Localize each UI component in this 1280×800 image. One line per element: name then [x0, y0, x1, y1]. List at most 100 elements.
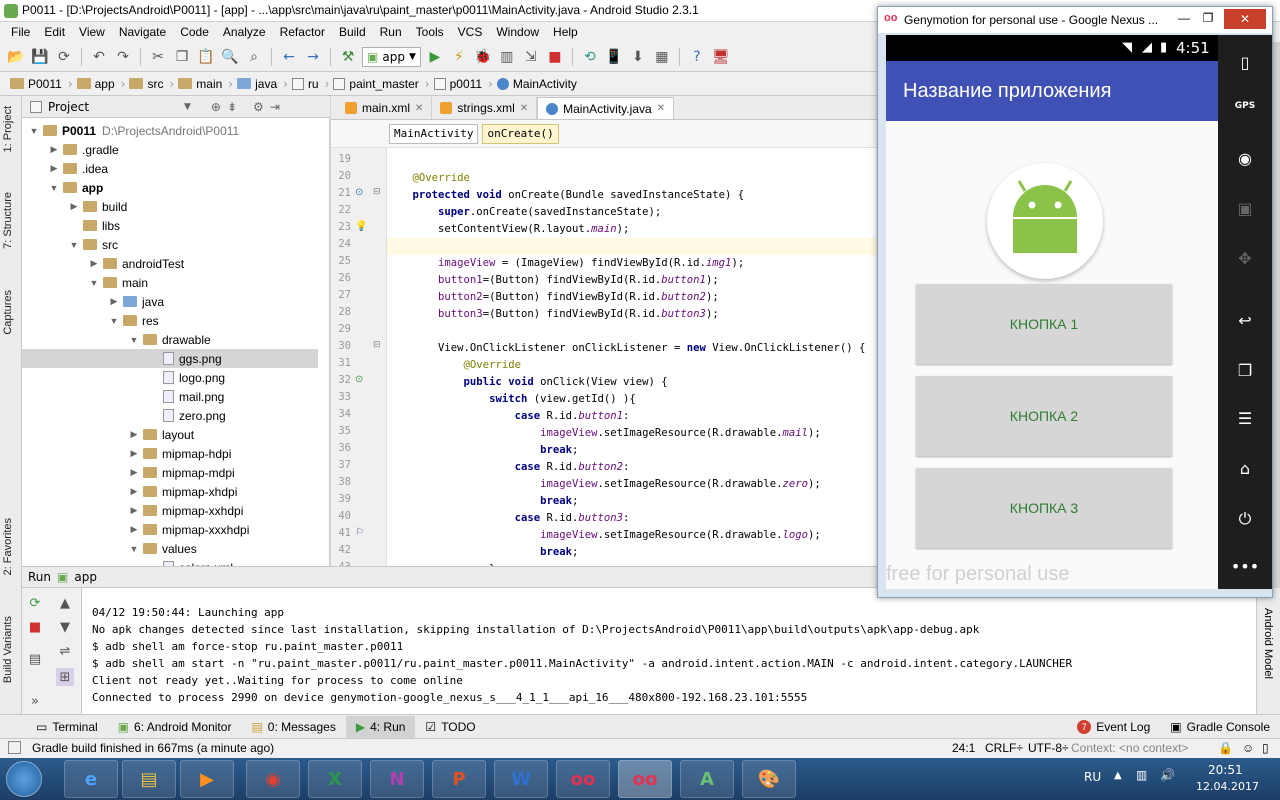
collapsed-arrow-icon[interactable]: ▶	[88, 258, 100, 269]
scroll-up-icon[interactable]: ▲	[56, 594, 74, 612]
tab-messages[interactable]: ▤ 0: Messages	[241, 716, 345, 738]
excel-taskbar-icon[interactable]: X	[308, 760, 362, 798]
collapsed-arrow-icon[interactable]: ▶	[68, 201, 80, 212]
run-config-select[interactable]: ▣ app ▼	[362, 46, 421, 67]
lightbulb-icon[interactable]: 💡	[355, 221, 367, 232]
powerpoint-taskbar-icon[interactable]: P	[432, 760, 486, 798]
expanded-arrow-icon[interactable]: ▼	[68, 240, 80, 250]
explorer-taskbar-icon[interactable]: ▤	[122, 760, 176, 798]
breadcrumb-item[interactable]: src	[125, 77, 169, 91]
tree-item[interactable]: mail.png	[22, 387, 318, 406]
avd-manager-icon[interactable]: 📱	[604, 47, 624, 67]
tree-item[interactable]: logo.png	[22, 368, 318, 387]
tree-item[interactable]: zero.png	[22, 406, 318, 425]
close-tab-icon[interactable]: ✕	[520, 103, 528, 114]
scroll-from-source-icon[interactable]: ⊕	[211, 100, 221, 114]
override-marker-icon[interactable]: ⊙	[355, 187, 363, 198]
rerun-icon[interactable]: ⟳	[26, 594, 44, 612]
tab-project[interactable]: 1: Project	[2, 106, 14, 152]
menu-file[interactable]: File	[4, 25, 37, 39]
stop-icon[interactable]: ■	[545, 47, 565, 67]
crumb-method[interactable]: onCreate()	[482, 123, 559, 144]
menu-window[interactable]: Window	[489, 25, 546, 39]
breadcrumb-item[interactable]: main	[174, 77, 228, 91]
run-icon[interactable]: ▶	[425, 47, 445, 67]
collapsed-arrow-icon[interactable]: ▶	[128, 467, 140, 478]
code-line[interactable]	[387, 238, 880, 255]
collapsed-arrow-icon[interactable]: ▶	[48, 144, 60, 155]
breadcrumb-item[interactable]: ru	[288, 77, 325, 91]
status-message[interactable]: Gradle build finished in 667ms (a minute…	[32, 741, 274, 755]
more-icon[interactable]: »	[26, 692, 44, 710]
project-structure-icon[interactable]: ▦	[652, 47, 672, 67]
apply-changes-icon[interactable]: ⚡	[449, 47, 469, 67]
tree-item[interactable]: ▶ mipmap-xxhdpi	[22, 501, 318, 520]
expanded-arrow-icon[interactable]: ▼	[108, 316, 120, 326]
app-button-1[interactable]: КНОПКА 1	[916, 284, 1172, 364]
paste-icon[interactable]: 📋	[196, 47, 216, 67]
code-line[interactable]: super.onCreate(savedInstanceState);	[387, 204, 880, 221]
breadcrumb-item[interactable]: paint_master	[329, 77, 424, 91]
app-button-2[interactable]: КНОПКА 2	[916, 376, 1172, 456]
menu-nav-icon[interactable]: ☰	[1218, 409, 1272, 428]
tree-item[interactable]: ▼ app	[22, 178, 318, 197]
find-icon[interactable]: 🔍	[220, 47, 240, 67]
maximize-button[interactable]: ❐	[1196, 11, 1220, 25]
lock-icon[interactable]: 🔒	[1218, 741, 1233, 755]
code-line[interactable]	[387, 153, 880, 170]
code-line[interactable]: break;	[387, 493, 880, 510]
home-nav-icon[interactable]: ⌂	[1218, 459, 1272, 478]
power-icon[interactable]: ⏻	[1218, 509, 1272, 529]
gps-widget-icon[interactable]: GPS	[1218, 101, 1272, 111]
tree-item[interactable]: ▶ mipmap-xxxhdpi	[22, 520, 318, 539]
editor-tab[interactable]: strings.xml ✕	[432, 97, 538, 119]
tree-item[interactable]: ▼ res	[22, 311, 318, 330]
override-marker-icon[interactable]: ⊙	[355, 374, 363, 385]
code-line[interactable]: case R.id.button1:	[387, 408, 880, 425]
profile-icon[interactable]: ▥	[497, 47, 517, 67]
tool-windows-icon[interactable]	[8, 741, 21, 754]
android-device-icon[interactable]: 🖥	[711, 47, 731, 67]
expanded-arrow-icon[interactable]: ▼	[128, 335, 140, 345]
run-config-tab[interactable]: app	[74, 570, 97, 584]
notifications-icon[interactable]: ▯	[1262, 741, 1269, 755]
menu-help[interactable]: Help	[546, 25, 585, 39]
tree-item[interactable]: ▼ main	[22, 273, 318, 292]
sync-icon[interactable]: ⟳	[54, 47, 74, 67]
code-line[interactable]: case R.id.button2:	[387, 459, 880, 476]
code-line[interactable]: View.OnClickListener onClickListener = n…	[387, 340, 880, 357]
expanded-arrow-icon[interactable]: ▼	[28, 126, 40, 136]
attach-debugger-icon[interactable]: ⇲	[521, 47, 541, 67]
menu-build[interactable]: Build	[332, 25, 373, 39]
code-line[interactable]: case R.id.button3:	[387, 510, 880, 527]
make-project-icon[interactable]: ⚒	[338, 47, 358, 67]
genymotion-device-taskbar-icon[interactable]: oo	[618, 760, 672, 798]
expanded-arrow-icon[interactable]: ▼	[88, 278, 100, 288]
file-encoding[interactable]: UTF-8÷	[1028, 741, 1069, 755]
collapsed-arrow-icon[interactable]: ▶	[128, 429, 140, 440]
tree-item[interactable]: ▶ mipmap-mdpi	[22, 463, 318, 482]
code-line[interactable]: break;	[387, 442, 880, 459]
fold-icon[interactable]: ⊟	[373, 340, 381, 350]
save-icon[interactable]: 💾	[30, 47, 50, 67]
menu-run[interactable]: Run	[373, 25, 409, 39]
tree-item[interactable]: ▶ build	[22, 197, 318, 216]
replace-icon[interactable]: ⌕	[244, 47, 264, 67]
clapper-widget-icon[interactable]: ▣	[1218, 199, 1272, 218]
collapsed-arrow-icon[interactable]: ▶	[48, 163, 60, 174]
clock-date[interactable]: 12.04.2017	[1196, 780, 1259, 793]
paint-taskbar-icon[interactable]: 🎨	[742, 760, 796, 798]
tree-item[interactable]: ▶ .idea	[22, 159, 318, 178]
back-nav-icon[interactable]: ↩	[1218, 311, 1272, 330]
tree-item[interactable]: ▶ java	[22, 292, 318, 311]
project-view-select[interactable]: Project	[48, 100, 178, 114]
chrome-taskbar-icon[interactable]: ◉	[246, 760, 300, 798]
tree-item[interactable]: libs	[22, 216, 318, 235]
tab-gradle-console[interactable]: ▣ Gradle Console	[1160, 716, 1280, 738]
code-line[interactable]: button1=(Button) findViewById(R.id.butto…	[387, 272, 880, 289]
breadcrumb-item[interactable]: MainActivity	[493, 77, 583, 91]
onenote-taskbar-icon[interactable]: N	[370, 760, 424, 798]
cut-icon[interactable]: ✂	[148, 47, 168, 67]
ie-taskbar-icon[interactable]: e	[64, 760, 118, 798]
code-line[interactable]: protected void onCreate(Bundle savedInst…	[387, 187, 880, 204]
